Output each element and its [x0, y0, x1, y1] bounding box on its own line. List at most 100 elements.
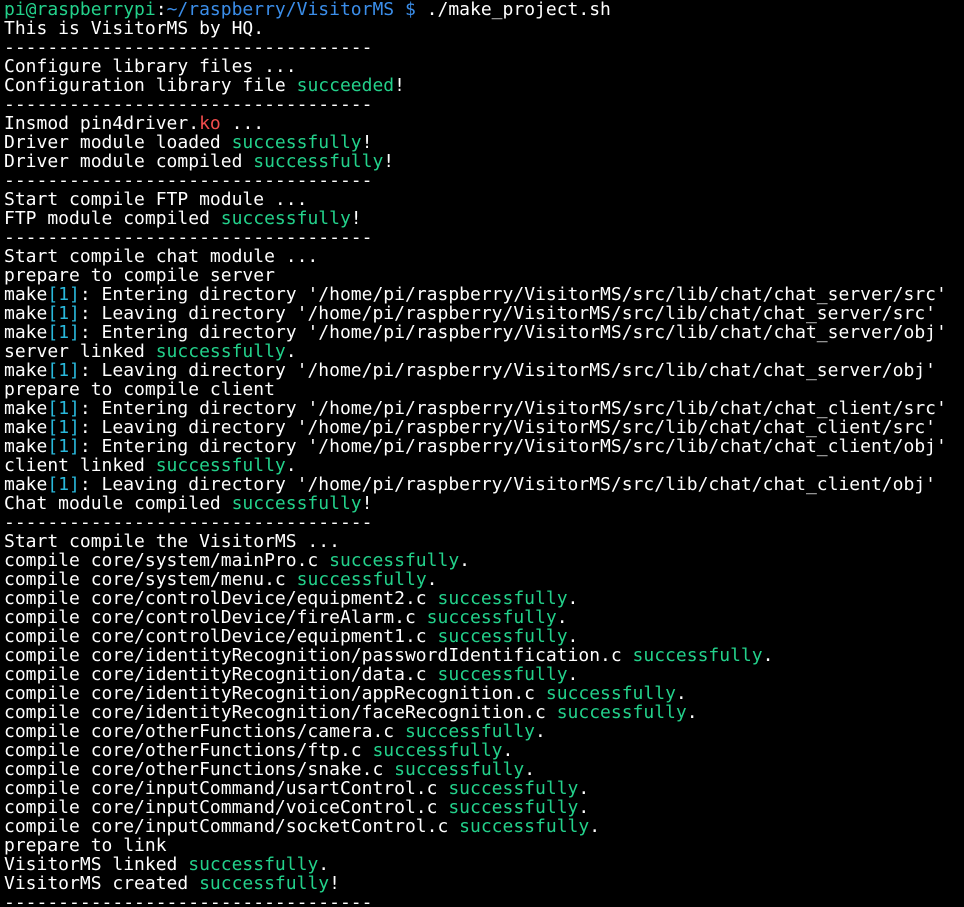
output-text: : Leaving directory '/home/pi/raspberry/… [79, 417, 936, 438]
output-text: ! [394, 75, 405, 96]
success-text: successfully [437, 588, 568, 609]
make-level-text: [1] [47, 417, 80, 438]
output-text: Driver module compiled [4, 151, 254, 172]
success-text: succeeded [296, 75, 395, 96]
terminal-line: This is VisitorMS by HQ. [4, 19, 964, 38]
terminal-line: make[1]: Leaving directory '/home/pi/ras… [4, 418, 964, 437]
terminal-line: compile core/identityRecognition/faceRec… [4, 703, 964, 722]
success-text: successfully [437, 626, 568, 647]
terminal-line: ---------------------------------- [4, 228, 964, 247]
output-text: ! [383, 151, 395, 172]
output-text: client linked [4, 455, 156, 476]
output-text: : Entering directory '/home/pi/raspberry… [79, 436, 947, 457]
terminal-line: Driver module compiled successfully! [4, 152, 964, 171]
output-text: make [4, 322, 48, 343]
terminal-line: VisitorMS created successfully! [4, 874, 964, 893]
success-text: successfully [437, 664, 568, 685]
success-text: successfully [394, 759, 525, 780]
output-text: compile core/controlDevice/equipment2.c [4, 588, 438, 609]
terminal-line: prepare to link [4, 836, 964, 855]
output-text: . [318, 854, 330, 875]
terminal-line: compile core/system/mainPro.c successful… [4, 551, 964, 570]
prompt-user-host: pi@raspberrypi [4, 0, 156, 20]
terminal-line: compile core/system/menu.c successfully. [4, 570, 964, 589]
terminal-line: compile core/otherFunctions/camera.c suc… [4, 722, 964, 741]
terminal-line: prepare to compile server [4, 266, 964, 285]
file-extension-text: ko [199, 113, 221, 134]
output-text: ---------------------------------- [4, 892, 373, 907]
output-text: . [524, 759, 536, 780]
output-text: make [4, 417, 48, 438]
output-text: . [589, 816, 601, 837]
output-text: ---------------------------------- [4, 227, 373, 248]
output-text: Chat module compiled [4, 493, 232, 514]
terminal-line: server linked successfully. [4, 342, 964, 361]
output-text: Start compile chat module ... [4, 246, 319, 267]
make-level-text: [1] [47, 436, 80, 457]
success-text: successfully [231, 132, 362, 153]
terminal-line: make[1]: Entering directory '/home/pi/ra… [4, 399, 964, 418]
output-text: compile core/system/menu.c [4, 569, 297, 590]
terminal-line: compile core/identityRecognition/data.c … [4, 665, 964, 684]
output-text: : Entering directory '/home/pi/raspberry… [79, 398, 947, 419]
prompt-symbol: $ [394, 0, 427, 20]
success-text: successfully [459, 816, 590, 837]
make-level-text: [1] [47, 474, 80, 495]
terminal-line: Start compile the VisitorMS ... [4, 532, 964, 551]
prompt-cwd: ~/raspberry/VisitorMS [166, 0, 395, 20]
output-text: make [4, 303, 48, 324]
make-level-text: [1] [47, 360, 80, 381]
terminal-line: Start compile FTP module ... [4, 190, 964, 209]
terminal-line: Insmod pin4driver.ko ... [4, 114, 964, 133]
terminal-line: ---------------------------------- [4, 171, 964, 190]
success-text: successfully [448, 797, 579, 818]
command-text: ./make_project.sh [426, 0, 611, 20]
output-text: . [567, 588, 579, 609]
terminal-line: compile core/inputCommand/socketControl.… [4, 817, 964, 836]
success-text: successfully [556, 702, 687, 723]
command-text: : [155, 0, 167, 20]
output-text: make [4, 398, 48, 419]
terminal-line: VisitorMS linked successfully. [4, 855, 964, 874]
output-text: compile core/otherFunctions/camera.c [4, 721, 405, 742]
terminal-line: compile core/controlDevice/equipment1.c … [4, 627, 964, 646]
output-text: ---------------------------------- [4, 94, 373, 115]
output-text: ---------------------------------- [4, 37, 373, 58]
success-text: successfully [404, 721, 536, 742]
prompt-line: pi@raspberrypi:~/raspberry/VisitorMS $ .… [4, 0, 964, 19]
success-text: successfully [426, 607, 557, 628]
make-level-text: [1] [47, 322, 80, 343]
output-text: compile core/identityRecognition/faceRec… [4, 702, 557, 723]
output-text: prepare to compile client [4, 379, 275, 400]
output-text: Driver module loaded [4, 132, 232, 153]
output-text: compile core/system/mainPro.c [4, 550, 330, 571]
output-text: . [285, 341, 297, 362]
output-text: prepare to compile server [4, 265, 275, 286]
success-text: successfully [155, 341, 286, 362]
output-text: ! [329, 873, 340, 894]
terminal-line: compile core/otherFunctions/ftp.c succes… [4, 741, 964, 760]
output-text: : Entering directory '/home/pi/raspberry… [79, 284, 947, 305]
terminal-line: Start compile chat module ... [4, 247, 964, 266]
terminal-line: Configure library files ... [4, 57, 964, 76]
terminal-line: ---------------------------------- [4, 513, 964, 532]
terminal-line: compile core/inputCommand/usartControl.c… [4, 779, 964, 798]
output-text: . [567, 626, 579, 647]
terminal-line: make[1]: Entering directory '/home/pi/ra… [4, 323, 964, 342]
output-text: FTP module compiled [4, 208, 221, 229]
output-text: Configuration library file [4, 75, 297, 96]
output-text: . [567, 664, 579, 685]
terminal-line: ---------------------------------- [4, 38, 964, 57]
output-text: compile core/inputCommand/usartControl.c [4, 778, 449, 799]
success-text: successfully [632, 645, 763, 666]
output-text: . [762, 645, 774, 666]
output-text: make [4, 474, 48, 495]
output-text: compile core/identityRecognition/appReco… [4, 683, 546, 704]
terminal-output[interactable]: pi@raspberrypi:~/raspberry/VisitorMS $ .… [0, 0, 964, 907]
output-text: compile core/otherFunctions/snake.c [4, 759, 395, 780]
terminal-line: make[1]: Leaving directory '/home/pi/ras… [4, 361, 964, 380]
terminal-line: client linked successfully. [4, 456, 964, 475]
output-text: Configure library files ... [4, 56, 297, 77]
output-text: compile core/inputCommand/socketControl.… [4, 816, 460, 837]
output-text: make [4, 436, 48, 457]
